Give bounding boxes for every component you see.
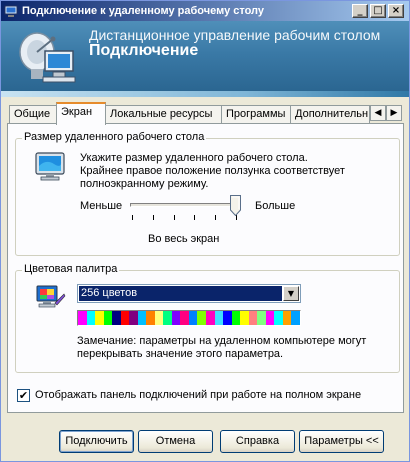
banner-stripe xyxy=(1,91,409,97)
banner-subtitle: Дистанционное управление рабочим столом xyxy=(89,27,381,43)
show-connection-bar-checkbox[interactable]: ✔ xyxy=(17,389,30,402)
title-bar[interactable]: Подключение к удаленному рабочему столу … xyxy=(1,1,409,21)
tab-scroll-right-button[interactable]: ▶ xyxy=(386,105,402,121)
palette-swatch xyxy=(291,311,300,325)
color-depth-selected-value: 256 цветов xyxy=(79,286,282,301)
color-palette-preview xyxy=(77,310,301,326)
palette-swatch xyxy=(95,311,104,325)
slider-tick xyxy=(194,215,195,220)
palette-swatch xyxy=(171,311,181,325)
color-palette-group-label: Цветовая палитра xyxy=(22,263,120,275)
palette-swatch xyxy=(197,311,206,325)
palette-swatch xyxy=(231,311,241,325)
palette-swatch xyxy=(120,311,130,325)
display-size-slider-thumb[interactable] xyxy=(230,195,241,216)
display-size-description-line-1: Укажите размер удаленного рабочего стола… xyxy=(80,152,308,164)
display-size-description-line-3: полноэкранному режиму. xyxy=(80,178,209,190)
palette-swatch xyxy=(214,311,224,325)
palette-swatch xyxy=(240,311,249,325)
minimize-button[interactable]: _ xyxy=(352,4,368,18)
cancel-button[interactable]: Отмена xyxy=(138,430,213,453)
palette-swatch xyxy=(265,311,275,325)
color-palette-icon xyxy=(36,285,66,308)
tab-general[interactable]: Общие xyxy=(9,105,57,124)
display-size-slider-track[interactable] xyxy=(130,203,240,207)
palette-swatch xyxy=(154,311,164,325)
palette-swatch xyxy=(146,311,155,325)
slider-min-label: Меньше xyxy=(80,200,123,212)
display-size-value-label: Во весь экран xyxy=(148,233,220,245)
tab-strip: Общие Экран Локальные ресурсы Программы … xyxy=(7,102,407,125)
slider-tick xyxy=(153,215,154,220)
options-button[interactable]: Параметры << xyxy=(299,430,384,453)
help-button[interactable]: Справка xyxy=(220,430,295,453)
slider-tick xyxy=(174,215,175,220)
display-size-description-line-2: Крайнее правое положение ползунка соотве… xyxy=(80,165,345,177)
palette-swatch xyxy=(282,311,292,325)
slider-max-label: Больше xyxy=(255,200,296,212)
tab-display[interactable]: Экран xyxy=(56,102,106,125)
palette-swatch xyxy=(205,311,215,325)
chevron-down-icon[interactable]: ▼ xyxy=(283,286,299,301)
palette-swatch xyxy=(248,311,258,325)
maximize-button[interactable]: □ xyxy=(370,4,386,18)
palette-swatch xyxy=(78,311,87,325)
palette-swatch xyxy=(274,311,283,325)
rdp-dialog-window: Подключение к удаленному рабочему столу … xyxy=(0,0,410,462)
close-button[interactable]: × xyxy=(388,4,404,18)
palette-swatch xyxy=(188,311,198,325)
palette-swatch xyxy=(257,311,266,325)
tab-advanced[interactable]: Дополнительн xyxy=(290,105,370,124)
slider-tick xyxy=(215,215,216,220)
tab-local-resources[interactable]: Локальные ресурсы xyxy=(105,105,222,124)
palette-swatch xyxy=(163,311,172,325)
palette-swatch xyxy=(129,311,138,325)
color-note-line-2: перекрывать значение этого параметра. xyxy=(77,348,284,360)
banner: Дистанционное управление рабочим столом … xyxy=(1,21,409,97)
banner-title: Подключение xyxy=(89,42,199,59)
connect-button[interactable]: Подключить xyxy=(59,430,134,453)
palette-swatch xyxy=(223,311,232,325)
window-title: Подключение к удаленному рабочему столу xyxy=(22,5,265,17)
palette-swatch xyxy=(103,311,113,325)
show-connection-bar-label[interactable]: Отображать панель подключений при работе… xyxy=(35,389,361,402)
color-depth-select[interactable]: 256 цветов ▼ xyxy=(77,284,301,303)
palette-swatch xyxy=(180,311,189,325)
remote-desktop-icon xyxy=(4,5,18,17)
tab-programs[interactable]: Программы xyxy=(221,105,291,124)
monitor-icon xyxy=(35,152,65,181)
palette-swatch xyxy=(86,311,96,325)
palette-swatch xyxy=(137,311,147,325)
display-size-group-label: Размер удаленного рабочего стола xyxy=(22,131,207,143)
slider-tick xyxy=(132,215,133,220)
palette-swatch xyxy=(112,311,121,325)
monitor-satellite-icon xyxy=(19,32,76,83)
color-note-line-1: Замечание: параметры на удаленном компью… xyxy=(77,335,367,347)
tab-scroll-left-button[interactable]: ◀ xyxy=(370,105,386,121)
